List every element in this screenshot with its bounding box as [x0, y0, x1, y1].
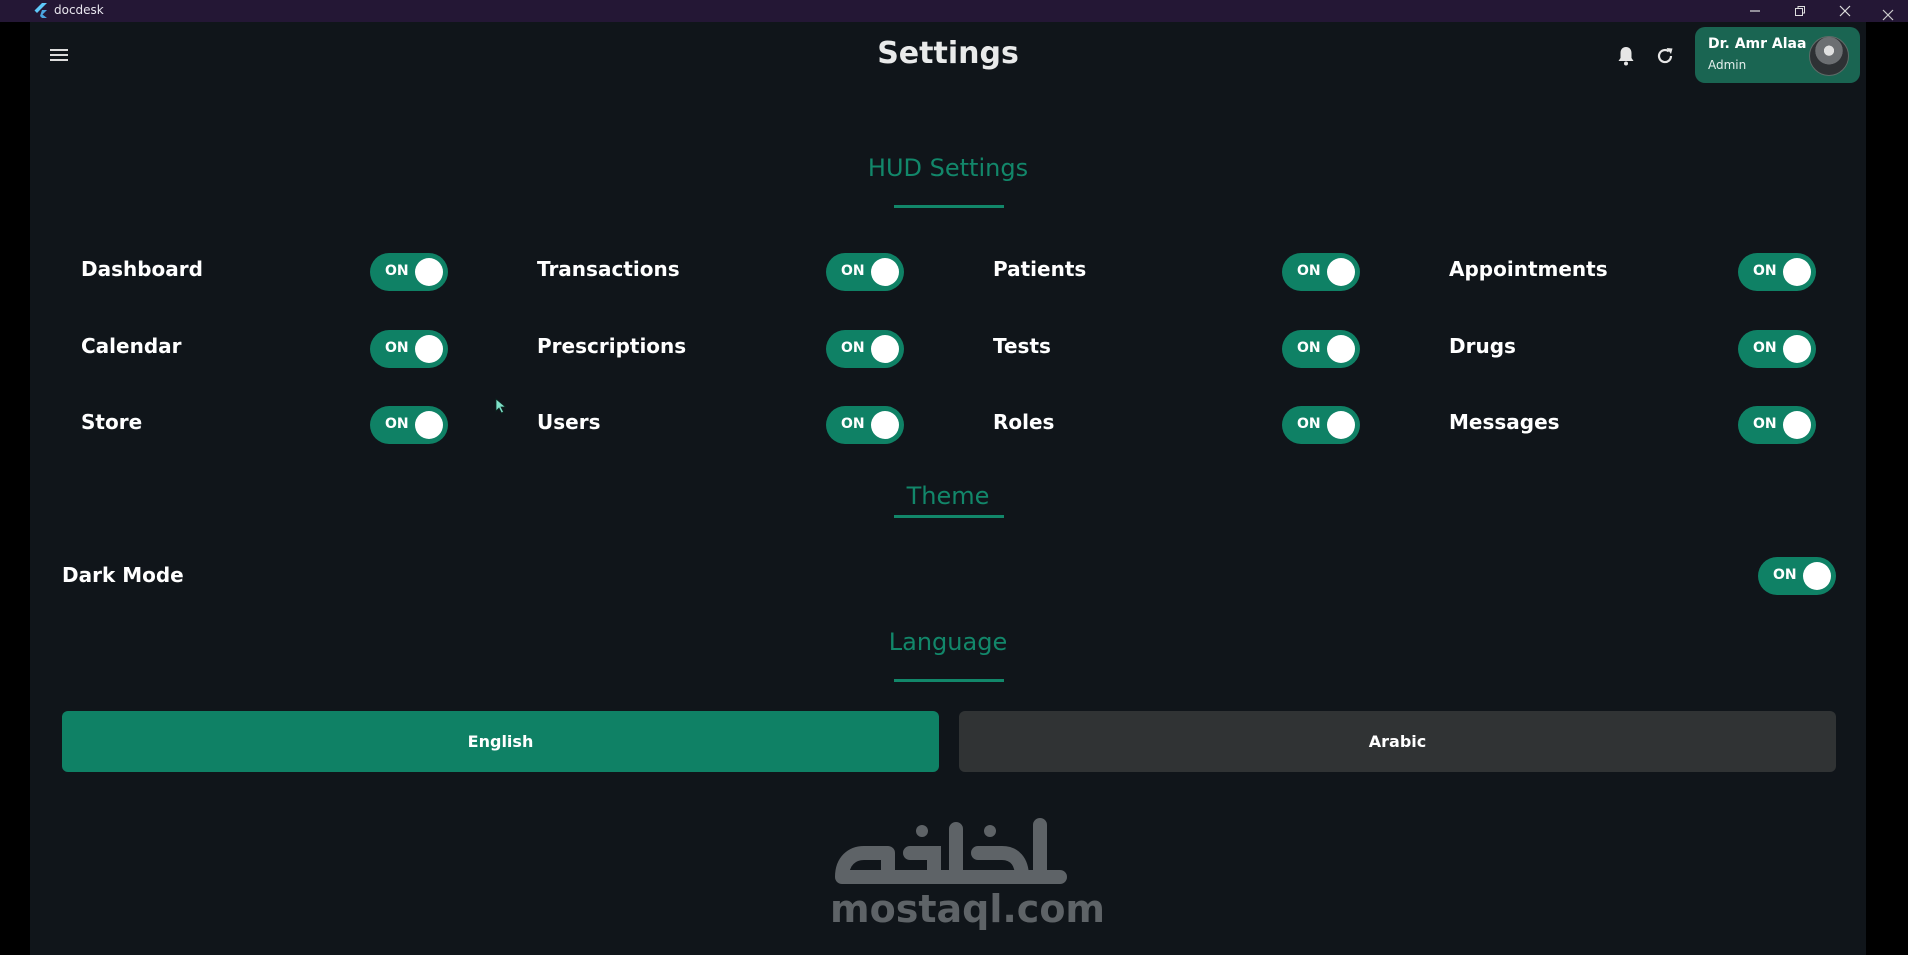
close-icon — [1839, 5, 1851, 17]
restore-icon — [1795, 6, 1805, 16]
toggle-knob — [1327, 335, 1355, 363]
hud-toggle-appointments[interactable]: ON — [1738, 253, 1816, 291]
theme-title: Theme — [906, 482, 990, 510]
toggle-knob — [1783, 258, 1811, 286]
hud-toggle-drugs[interactable]: ON — [1738, 330, 1816, 368]
toggle-state-text: ON — [1297, 416, 1321, 432]
language-underline — [894, 679, 1004, 682]
page-title: Settings — [877, 36, 1019, 71]
app-window: Settings Dr. Amr Alaa Admin HUD Settings… — [30, 22, 1866, 955]
toggle-knob — [415, 335, 443, 363]
hud-label-prescriptions: Prescriptions — [537, 334, 687, 358]
mostaql-logo-icon — [835, 818, 1067, 884]
hud-toggle-store[interactable]: ON — [370, 406, 448, 444]
toggle-knob — [1327, 258, 1355, 286]
toggle-knob — [1783, 335, 1811, 363]
bell-icon — [1618, 47, 1634, 66]
toggle-state-text: ON — [1773, 567, 1797, 583]
toggle-knob — [1327, 411, 1355, 439]
flutter-logo-icon — [34, 3, 47, 18]
toggle-state-text: ON — [385, 340, 409, 356]
toggle-knob — [1783, 411, 1811, 439]
toggle-knob — [1803, 562, 1831, 590]
toggle-state-text: ON — [1297, 340, 1321, 356]
hud-toggle-dashboard[interactable]: ON — [370, 253, 448, 291]
close-icon — [1882, 9, 1894, 21]
toggle-knob — [871, 411, 899, 439]
hud-settings-underline — [894, 205, 1004, 208]
toggle-knob — [415, 411, 443, 439]
hud-toggle-transactions[interactable]: ON — [826, 253, 904, 291]
toggle-state-text: ON — [841, 416, 865, 432]
hud-label-tests: Tests — [993, 334, 1051, 358]
watermark: mostaql.com — [830, 807, 1106, 955]
hud-toggle-roles[interactable]: ON — [1282, 406, 1360, 444]
toggle-knob — [415, 258, 443, 286]
app-title: docdesk — [54, 3, 104, 17]
theme-underline — [894, 515, 1004, 518]
hud-label-transactions: Transactions — [537, 257, 680, 281]
hud-label-messages: Messages — [1449, 410, 1560, 434]
toggle-state-text: ON — [841, 263, 865, 279]
hud-label-patients: Patients — [993, 257, 1087, 281]
hud-toggle-users[interactable]: ON — [826, 406, 904, 444]
toggle-knob — [871, 258, 899, 286]
language-title: Language — [888, 628, 1008, 656]
toggle-state-text: ON — [1753, 263, 1777, 279]
refresh-button[interactable] — [1653, 44, 1677, 68]
restore-button[interactable] — [1780, 0, 1820, 22]
avatar — [1809, 36, 1849, 76]
language-arabic-button[interactable]: Arabic — [959, 711, 1836, 772]
toggle-state-text: ON — [1753, 416, 1777, 432]
hud-toggle-prescriptions[interactable]: ON — [826, 330, 904, 368]
close-window-button[interactable] — [1825, 0, 1865, 22]
hud-toggle-patients[interactable]: ON — [1282, 253, 1360, 291]
refresh-icon — [1657, 48, 1673, 64]
hud-label-roles: Roles — [993, 410, 1055, 434]
window-titlebar: docdesk — [0, 0, 1908, 22]
minimize-icon — [1750, 10, 1760, 12]
toggle-state-text: ON — [385, 416, 409, 432]
hud-label-users: Users — [537, 410, 601, 434]
user-profile-card[interactable]: Dr. Amr Alaa Admin — [1695, 27, 1860, 83]
toggle-state-text: ON — [1753, 340, 1777, 356]
hud-settings-title: HUD Settings — [867, 154, 1029, 182]
hud-label-appointments: Appointments — [1449, 257, 1608, 281]
toggle-state-text: ON — [385, 263, 409, 279]
hud-label-calendar: Calendar — [81, 334, 182, 358]
hud-toggle-calendar[interactable]: ON — [370, 330, 448, 368]
minimize-button[interactable] — [1735, 0, 1775, 22]
toggle-knob — [871, 335, 899, 363]
user-name: Dr. Amr Alaa — [1708, 36, 1807, 52]
hud-toggle-messages[interactable]: ON — [1738, 406, 1816, 444]
dark-mode-toggle[interactable]: ON — [1758, 557, 1836, 595]
toggle-state-text: ON — [1297, 263, 1321, 279]
hud-label-dashboard: Dashboard — [81, 257, 203, 281]
hud-label-store: Store — [81, 410, 143, 434]
toggle-state-text: ON — [841, 340, 865, 356]
language-english-button[interactable]: English — [62, 711, 939, 772]
user-role: Admin — [1708, 58, 1747, 72]
dark-mode-label: Dark Mode — [62, 563, 184, 587]
outer-close-button[interactable] — [1868, 4, 1908, 26]
hud-label-drugs: Drugs — [1449, 334, 1516, 358]
watermark-text: mostaql.com — [830, 887, 1106, 931]
notifications-button[interactable] — [1614, 44, 1638, 68]
mouse-cursor-icon — [495, 398, 507, 414]
hud-toggle-tests[interactable]: ON — [1282, 330, 1360, 368]
